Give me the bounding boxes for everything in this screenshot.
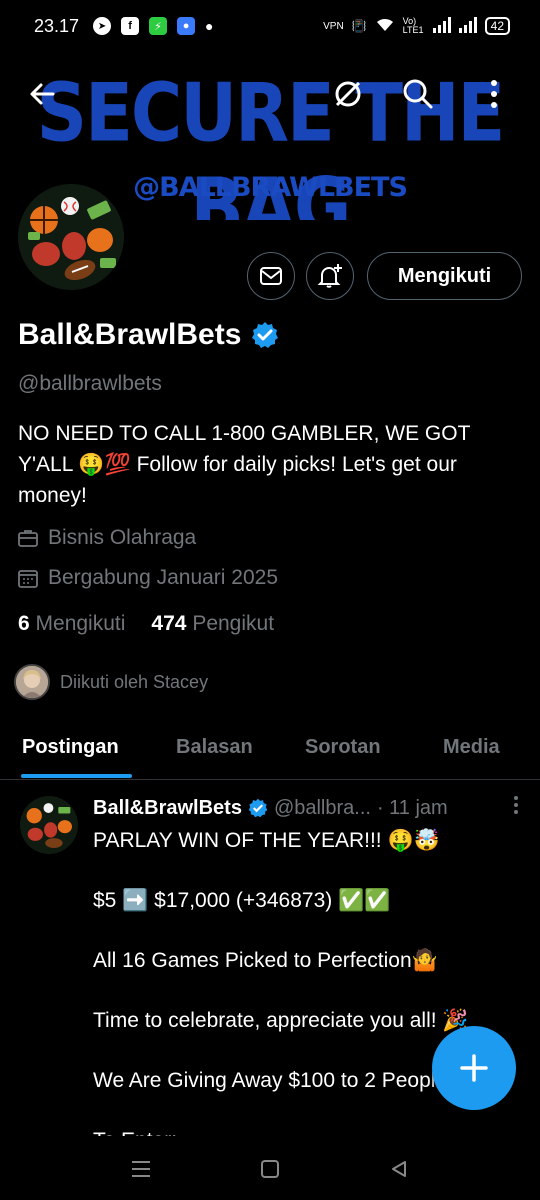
more-vertical-icon <box>491 80 497 108</box>
app-notification-icon: ⚡ <box>149 17 168 35</box>
post-header: Ball&BrawlBets @ballbra... · 11 jam <box>93 795 533 821</box>
browser-icon: ● <box>177 17 196 35</box>
profile-category: Bisnis Olahraga <box>48 526 197 549</box>
profile-bio: NO NEED TO CALL 1-800 GAMBLER, WE GOT Y'… <box>18 422 471 507</box>
profile-name: Ball&BrawlBets <box>18 318 242 351</box>
follow-counts: 6 Mengikuti 474 Pengikut <box>18 612 274 636</box>
profile-avatar[interactable] <box>14 180 128 294</box>
envelope-icon <box>260 267 282 285</box>
more-vertical-icon <box>514 796 518 814</box>
menu-icon <box>132 1161 150 1177</box>
following-count-link[interactable]: 6 Mengikuti <box>18 612 125 636</box>
verified-badge-icon[interactable] <box>251 321 279 349</box>
followed-by-text: Diikuti oleh Stacey <box>60 671 209 692</box>
following-button[interactable]: Mengikuti <box>367 252 522 300</box>
compose-post-button[interactable] <box>432 1026 516 1110</box>
battery-indicator: 42 <box>484 17 510 35</box>
signal-icon-2 <box>458 16 477 36</box>
profile-handle: @ballbrawlbets <box>18 372 162 395</box>
tab-highlights[interactable]: Sorotan <box>305 736 381 759</box>
back-nav-button[interactable] <box>384 1154 414 1184</box>
top-bar <box>0 70 540 122</box>
search-icon <box>403 79 433 109</box>
recent-apps-button[interactable] <box>126 1154 156 1184</box>
lte-label-1: Vo) LTE1 <box>402 16 424 35</box>
grok-button[interactable] <box>326 72 370 116</box>
post-time: · 11 jam <box>376 796 448 819</box>
home-button[interactable] <box>255 1154 285 1184</box>
more-notifications-dot: ● <box>205 18 214 34</box>
post-line: PARLAY WIN OF THE YEAR!!! 🤑🤯 <box>93 829 440 852</box>
post-author-name[interactable]: Ball&BrawlBets <box>93 797 242 820</box>
tab-media[interactable]: Media <box>443 736 500 759</box>
grok-icon <box>335 81 361 107</box>
followers-count-link[interactable]: 474 Pengikut <box>151 612 274 636</box>
vpn-icon: VPN <box>323 20 344 32</box>
back-button[interactable] <box>20 72 64 116</box>
clock: 23.17 <box>34 15 80 36</box>
calendar-icon <box>18 570 38 588</box>
briefcase-icon <box>18 530 38 547</box>
plus-icon <box>460 1054 488 1082</box>
active-tab-indicator <box>21 774 132 778</box>
followed-by-row[interactable]: Diikuti oleh Stacey <box>14 664 208 700</box>
more-options-button[interactable] <box>472 72 516 116</box>
message-button[interactable] <box>247 252 295 300</box>
follower-avatar <box>14 664 50 700</box>
verified-badge-icon <box>248 798 268 818</box>
post-more-button[interactable] <box>513 795 519 821</box>
home-square-icon <box>261 1160 279 1178</box>
status-bar: 23.17 ➤ f ⚡ ● ● VPN 📳 Vo) LTE1 42 <box>0 0 540 52</box>
back-arrow-icon <box>30 83 55 105</box>
profile-tabs: Postingan Balasan Sorotan Media <box>0 718 540 780</box>
triangle-back-icon <box>392 1161 406 1177</box>
tab-posts[interactable]: Postingan <box>22 736 119 759</box>
post-author-avatar[interactable] <box>20 796 78 854</box>
vibrate-icon: 📳 <box>351 19 367 33</box>
joined-row: Bergabung Januari 2025 <box>18 566 278 590</box>
tab-replies[interactable]: Balasan <box>176 736 253 759</box>
telegram-icon: ➤ <box>93 17 112 35</box>
avatar-sports-graphic <box>18 184 124 290</box>
system-nav-bar <box>0 1136 540 1200</box>
category-row: Bisnis Olahraga <box>18 526 196 550</box>
signal-icon-1 <box>432 16 451 36</box>
post-text: PARLAY WIN OF THE YEAR!!! 🤑🤯 $5 ➡️ $17,0… <box>93 826 533 1186</box>
post-author-handle: @ballbra... <box>273 796 371 819</box>
bell-plus-icon <box>317 264 342 288</box>
profile-joined-date: Bergabung Januari 2025 <box>48 566 279 589</box>
facebook-icon: f <box>121 17 140 35</box>
post-line: All 16 Games Picked to Perfection🤷 <box>93 949 438 972</box>
post-line: $5 ➡️ $17,000 (+346873) ✅✅ <box>93 889 391 912</box>
notifications-button[interactable] <box>306 252 354 300</box>
wifi-icon <box>375 17 395 36</box>
search-button[interactable] <box>396 72 440 116</box>
profile-name-row: Ball&BrawlBets <box>18 318 279 352</box>
